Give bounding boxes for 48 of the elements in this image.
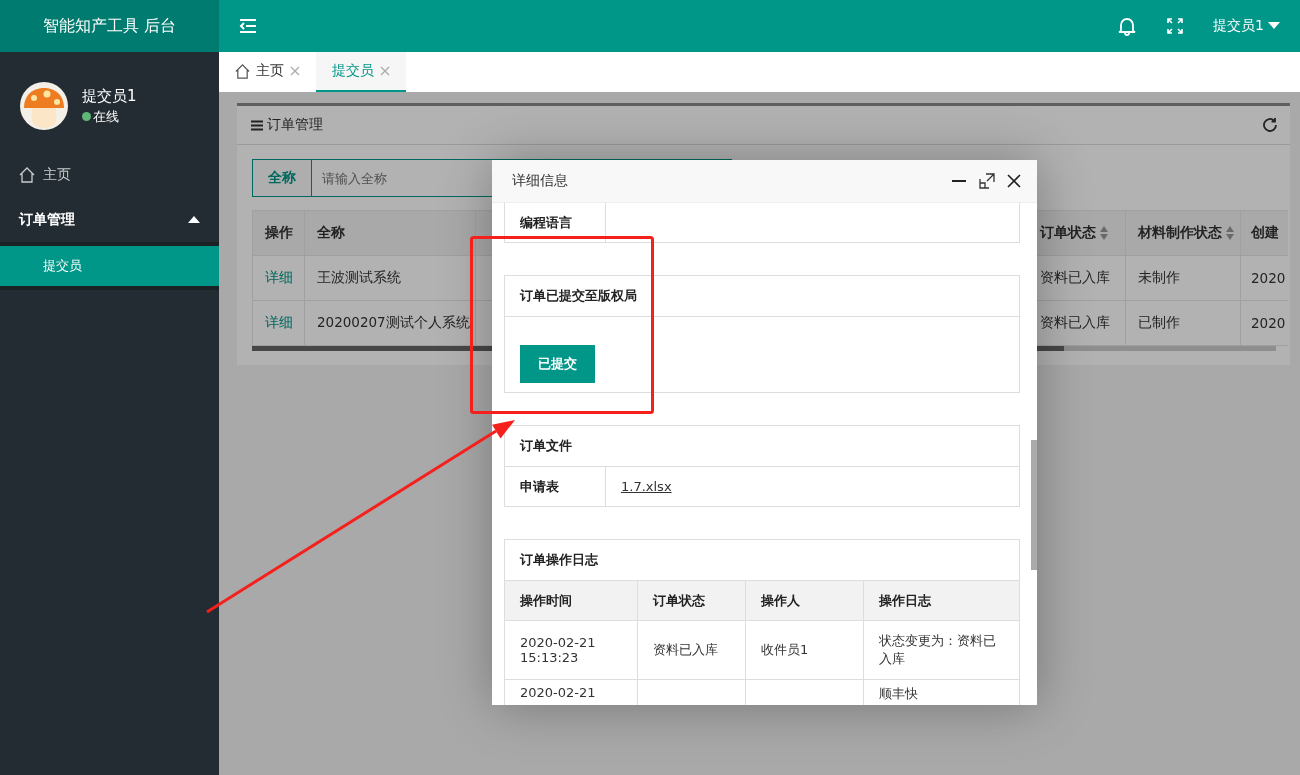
sort-icon[interactable]	[1226, 225, 1234, 241]
caret-icon	[188, 215, 200, 224]
tab[interactable]: 主页	[219, 52, 316, 92]
sort-icon[interactable]	[1100, 225, 1108, 241]
fullscreen-icon[interactable]	[1167, 18, 1184, 34]
sidebar-group[interactable]: 订单管理	[0, 197, 219, 242]
table-cell: 收件员1	[745, 620, 864, 680]
column-header[interactable]: 全称	[304, 210, 476, 256]
user-name: 提交员1	[82, 86, 137, 106]
column-header[interactable]: 材料制作状态	[1125, 210, 1241, 256]
column-header: 操作时间	[504, 580, 638, 621]
table-cell: 状态变更为：资料已入库	[863, 620, 1020, 680]
table-cell: 2020-02-21 15:13:23	[504, 620, 638, 680]
table-cell: 资料已入库	[637, 620, 746, 680]
dialog-title: 详细信息	[512, 172, 568, 190]
file-link[interactable]: 1.7.xlsx	[621, 479, 672, 494]
refresh-icon[interactable]	[1262, 117, 1278, 133]
table-cell: 未制作	[1125, 255, 1241, 301]
avatar-icon	[20, 82, 68, 130]
panel-title: 订单管理	[267, 116, 323, 134]
column-header[interactable]: 操作	[252, 210, 305, 256]
submitted-button[interactable]: 已提交	[520, 345, 595, 383]
tab[interactable]: 提交员	[316, 52, 406, 92]
table-cell: 王波测试系统	[304, 255, 476, 301]
sidebar-item[interactable]: 主页	[0, 152, 219, 197]
home-icon	[235, 63, 250, 79]
close-icon[interactable]	[1007, 174, 1021, 188]
field-label: 编程语言	[504, 203, 606, 243]
user-menu[interactable]: 提交员1	[1213, 17, 1280, 35]
menu-icon	[251, 119, 263, 131]
column-header: 操作日志	[863, 580, 1020, 621]
column-header: 操作人	[745, 580, 864, 621]
sidebar-item[interactable]: 提交员	[0, 246, 219, 286]
column-header[interactable]: 创建	[1240, 210, 1288, 256]
menu-collapse-icon[interactable]	[239, 18, 257, 34]
bell-icon[interactable]	[1117, 16, 1138, 36]
column-header: 订单状态	[637, 580, 746, 621]
table-cell: 20200207测试个人系统	[304, 300, 476, 346]
caret-icon	[1268, 22, 1280, 30]
online-status: 在线	[82, 107, 137, 126]
app-title: 智能知产工具 后台	[0, 0, 219, 52]
table-cell: 2020-02-21	[504, 679, 638, 705]
search-label: 全称	[252, 159, 312, 197]
scrollbar-thumb[interactable]	[1031, 440, 1037, 570]
table-cell: 已制作	[1125, 300, 1241, 346]
maximize-icon[interactable]	[979, 173, 995, 189]
section-title: 订单已提交至版权局	[505, 276, 1019, 317]
home-icon	[19, 166, 35, 183]
